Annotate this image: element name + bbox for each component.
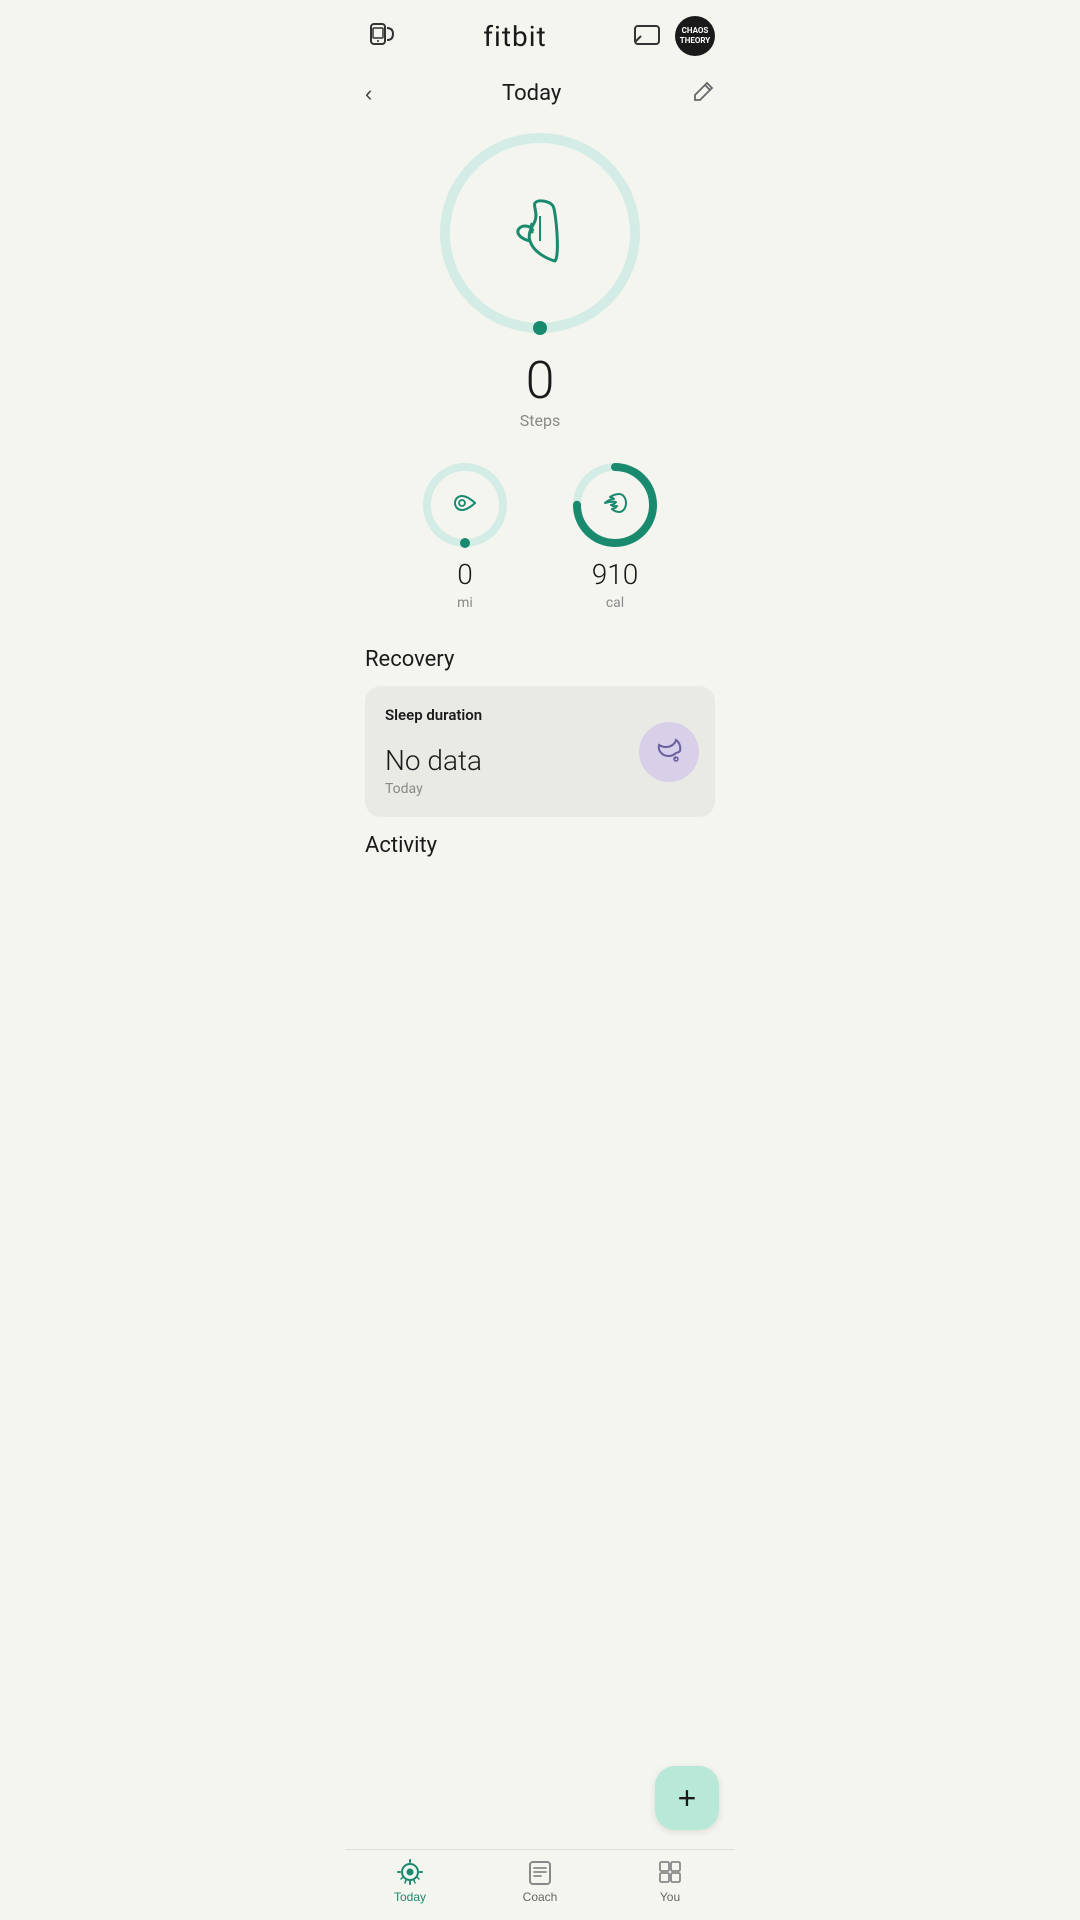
sleep-card[interactable]: Sleep duration No data Today <box>365 686 715 817</box>
message-icon <box>633 22 661 50</box>
header-right: CHAOS THEORY <box>633 16 715 56</box>
header-left <box>365 20 397 52</box>
nav-coach[interactable]: Coach <box>475 1858 605 1904</box>
today-nav-label: Today <box>394 1890 426 1904</box>
steps-ring-container[interactable] <box>430 123 650 343</box>
message-button[interactable] <box>633 22 661 50</box>
steps-section: 0 Steps <box>365 123 715 430</box>
coach-nav-label: Coach <box>523 1890 558 1904</box>
moon-icon <box>654 737 684 767</box>
sleep-card-title: Sleep duration <box>385 706 695 724</box>
device-icon <box>365 20 397 52</box>
calories-value: 910 <box>592 558 639 591</box>
activity-section-title: Activity <box>365 833 715 858</box>
distance-unit: mi <box>457 595 473 611</box>
distance-location-icon <box>451 489 479 521</box>
activity-section: Activity <box>365 833 715 858</box>
distance-value: 0 <box>457 558 473 591</box>
date-label: Today <box>502 81 561 106</box>
device-button[interactable] <box>365 20 397 52</box>
steps-count: 0 <box>526 355 555 407</box>
sleep-moon-button[interactable] <box>639 722 699 782</box>
main-content: 0 Steps 0 mi <box>345 123 735 972</box>
calories-unit: cal <box>606 595 624 611</box>
calories-stat[interactable]: 910 cal <box>570 460 660 611</box>
edit-icon <box>691 80 715 104</box>
distance-stat[interactable]: 0 mi <box>420 460 510 611</box>
sub-header: ‹ Today <box>345 72 735 123</box>
bottom-nav: Today Coach You <box>345 1849 735 1920</box>
steps-label: Steps <box>520 411 560 430</box>
edit-button[interactable] <box>691 80 715 107</box>
back-button[interactable]: ‹ <box>365 81 372 107</box>
you-nav-label: You <box>660 1890 680 1904</box>
coach-nav-icon <box>526 1858 554 1886</box>
steps-shoe-icon <box>500 196 580 270</box>
distance-ring <box>420 460 510 550</box>
app-title: fitbit <box>483 20 546 53</box>
fab-icon: + <box>678 1780 697 1817</box>
stats-row: 0 mi 910 cal <box>365 460 715 611</box>
today-nav-icon <box>396 1858 424 1886</box>
nav-you[interactable]: You <box>605 1858 735 1904</box>
avatar[interactable]: CHAOS THEORY <box>675 16 715 56</box>
add-fab-button[interactable]: + <box>655 1766 719 1830</box>
nav-today[interactable]: Today <box>345 1858 475 1904</box>
app-header: fitbit CHAOS THEORY <box>345 0 735 72</box>
sleep-date: Today <box>385 781 695 797</box>
calories-ring <box>570 460 660 550</box>
recovery-section-title: Recovery <box>365 647 715 672</box>
you-nav-icon <box>656 1858 684 1886</box>
calories-flame-icon <box>601 489 629 521</box>
